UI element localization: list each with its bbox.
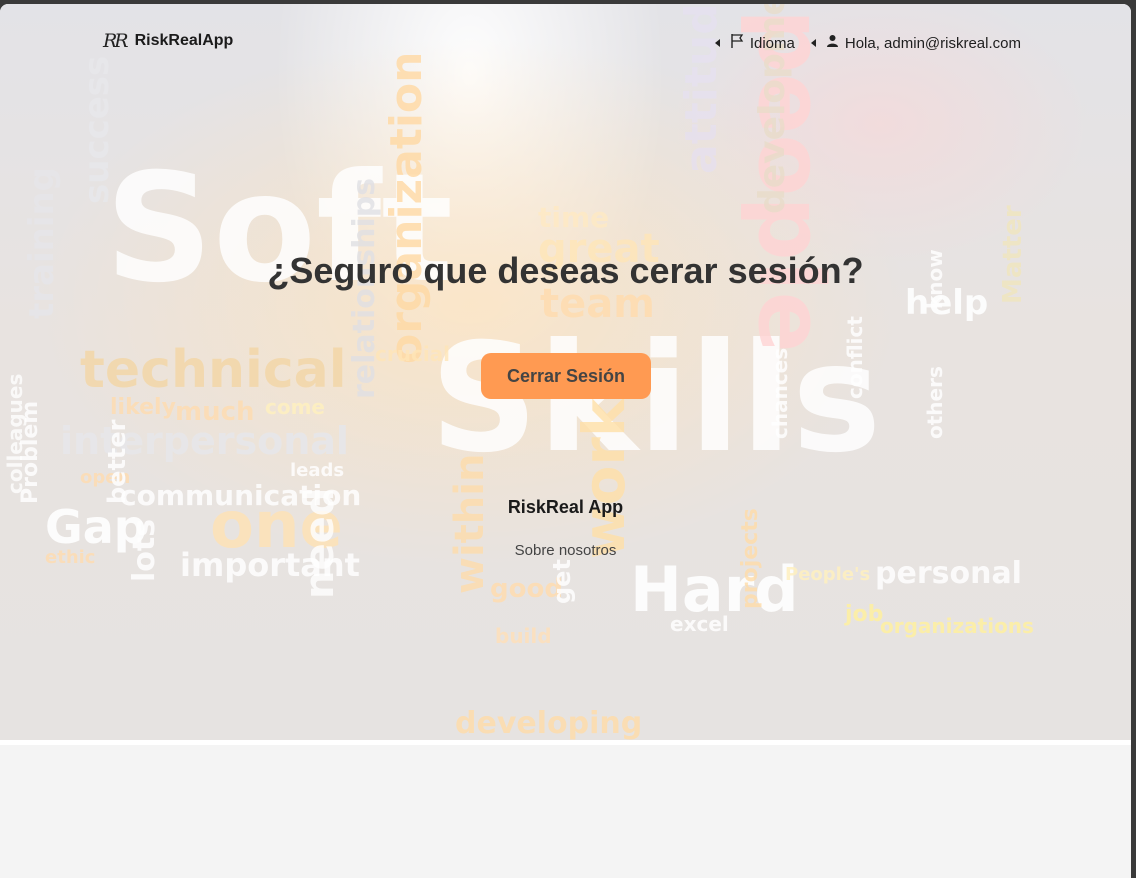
brand-logo: RR xyxy=(103,30,129,52)
caret-left-icon xyxy=(714,39,720,47)
background-word: organization xyxy=(381,51,432,365)
hero-divider xyxy=(0,740,1131,745)
footer-app-name: RiskReal App xyxy=(507,497,624,517)
background-word: come xyxy=(265,395,325,419)
background-word: crucial xyxy=(375,342,451,366)
background-word: time xyxy=(538,201,610,234)
user-greeting: Hola, admin@riskreal.com xyxy=(844,34,1021,52)
background-word: People's xyxy=(785,564,871,585)
background-word: colleagues xyxy=(3,373,27,494)
about-link[interactable]: Sobre nosotros xyxy=(515,542,617,559)
language-label: Idioma xyxy=(749,34,795,52)
background-word: training xyxy=(22,166,62,319)
background-word: conflict xyxy=(843,316,867,399)
about-link-container: Sobre nosotros xyxy=(0,542,1131,559)
language-dropdown[interactable]: Idioma xyxy=(714,33,795,53)
background-word: within xyxy=(447,453,493,594)
brand-link[interactable]: RR RiskRealApp xyxy=(103,30,233,52)
page-title: ¿Seguro que deseas cerar sesión? xyxy=(267,250,864,291)
background-word: work xyxy=(570,398,638,559)
user-icon xyxy=(826,34,839,52)
background-word: others xyxy=(923,366,947,439)
background-word: better xyxy=(103,419,131,504)
background-word: organizations xyxy=(880,614,1034,638)
browser-window: Soft Skills people technical interpersonal co… xyxy=(0,4,1131,878)
background-word: excel xyxy=(670,612,729,636)
background-word: developing xyxy=(455,706,643,740)
flag-icon xyxy=(730,33,744,53)
background-word: much xyxy=(175,397,255,427)
background-word: leads xyxy=(290,460,345,481)
navbar: RR RiskRealApp Idioma Hola, admin@riskre… xyxy=(0,4,1131,79)
background-word: technical xyxy=(80,340,347,400)
user-dropdown[interactable]: Hola, admin@riskreal.com xyxy=(810,34,1021,52)
background-word: personal xyxy=(875,556,1022,591)
caret-left-icon xyxy=(810,39,816,47)
background-word: get xyxy=(548,559,576,604)
brand-name: RiskRealApp xyxy=(134,32,234,49)
background-word: likely xyxy=(110,395,176,420)
nav-right: Idioma Hola, admin@riskreal.com xyxy=(714,33,1021,53)
background-word: build xyxy=(495,624,552,648)
logout-button[interactable]: Cerrar Sesión xyxy=(481,353,651,399)
background-word: chances xyxy=(768,347,792,439)
background-word: job xyxy=(845,602,884,627)
